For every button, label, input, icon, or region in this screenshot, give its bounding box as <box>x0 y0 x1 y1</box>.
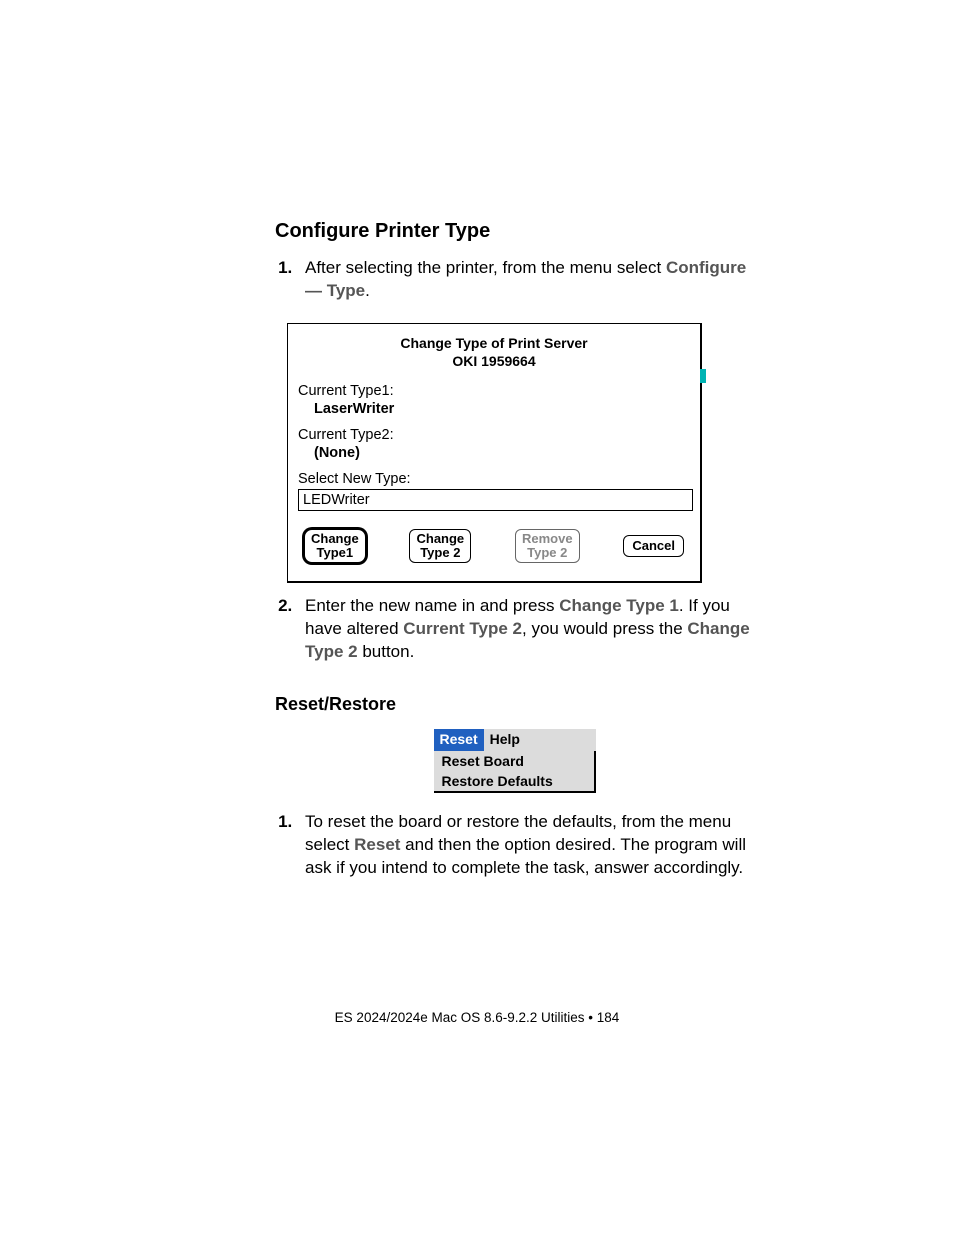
remove-type2-button[interactable]: Remove Type 2 <box>515 529 580 564</box>
t: button. <box>358 642 415 661</box>
type2-label: Current Type2: <box>298 427 690 443</box>
btn-line: Change <box>416 531 464 546</box>
steps-list-reset: To reset the board or restore the defaul… <box>275 811 754 880</box>
menu-tab-help[interactable]: Help <box>484 729 526 751</box>
reset-menu-screenshot: Reset Help Reset Board Restore Defaults <box>434 729 596 793</box>
menu-bar: Reset Help <box>434 729 596 751</box>
menu-item-reset-board[interactable]: Reset Board <box>434 751 594 771</box>
new-type-block: Select New Type: <box>298 471 690 511</box>
t: Current Type 2 <box>403 619 522 638</box>
t: Enter the new name in and press <box>305 596 559 615</box>
menu-dropdown: Reset Board Restore Defaults <box>434 751 596 793</box>
step-reset-1: To reset the board or restore the defaul… <box>297 811 754 880</box>
btn-line: Type 2 <box>420 545 460 560</box>
btn-line: Remove <box>522 531 573 546</box>
dialog-button-row: Change Type1 Change Type 2 Remove Type 2… <box>298 529 690 564</box>
btn-line: Type1 <box>317 545 354 560</box>
t: Reset <box>354 835 400 854</box>
type1-label: Current Type1: <box>298 383 690 399</box>
menu-tab-reset[interactable]: Reset <box>434 729 484 751</box>
scroll-marker <box>700 369 706 383</box>
steps-list-1: After selecting the printer, from the me… <box>275 257 754 303</box>
dialog-server-id: OKI 1959664 <box>298 353 690 369</box>
section-heading-configure: Configure Printer Type <box>275 220 754 243</box>
t: Change Type 1 <box>559 596 679 615</box>
steps-list-2: Enter the new name in and press Change T… <box>275 595 754 664</box>
menu-item-restore-defaults[interactable]: Restore Defaults <box>434 771 594 791</box>
btn-line: Type 2 <box>527 545 567 560</box>
current-type1-block: Current Type1: LaserWriter <box>298 383 690 417</box>
page-footer: ES 2024/2024e Mac OS 8.6-9.2.2 Utilities… <box>0 1010 954 1025</box>
cancel-button[interactable]: Cancel <box>623 535 684 557</box>
step1-text-pre: After selecting the printer, from the me… <box>305 258 666 277</box>
type1-value: LaserWriter <box>314 401 690 417</box>
t: , you would press the <box>522 619 687 638</box>
step-1: After selecting the printer, from the me… <box>297 257 754 303</box>
step-2: Enter the new name in and press Change T… <box>297 595 754 664</box>
change-type-dialog: Change Type of Print Server OKI 1959664 … <box>287 323 702 583</box>
new-type-label: Select New Type: <box>298 471 690 487</box>
change-type1-button[interactable]: Change Type1 <box>304 529 366 564</box>
btn-line: Change <box>311 531 359 546</box>
section-heading-reset: Reset/Restore <box>275 694 754 715</box>
change-type2-button[interactable]: Change Type 2 <box>409 529 471 564</box>
current-type2-block: Current Type2: (None) <box>298 427 690 461</box>
new-type-input[interactable] <box>298 489 693 511</box>
step1-text-post: . <box>365 281 370 300</box>
type2-value: (None) <box>314 445 690 461</box>
dialog-title: Change Type of Print Server <box>298 334 690 353</box>
